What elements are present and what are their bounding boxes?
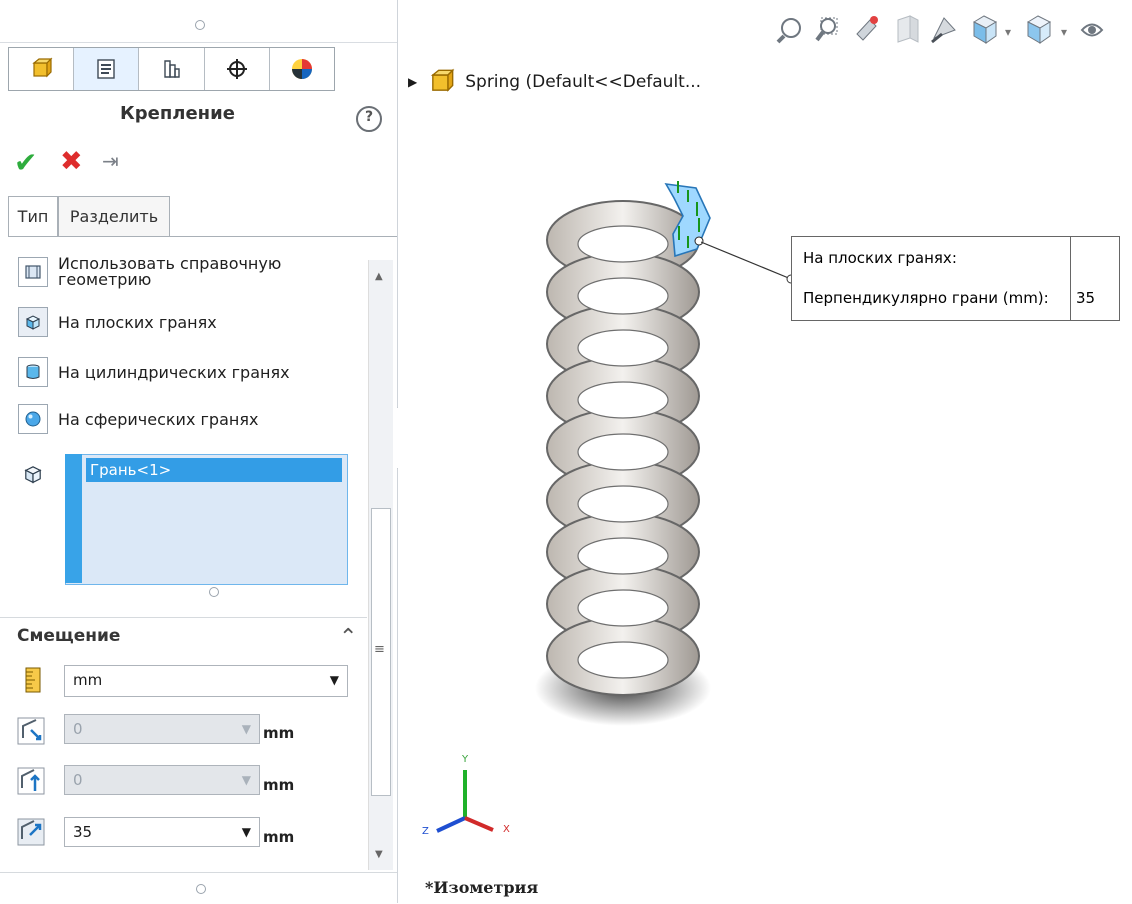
list-item-spherical-faces[interactable]: На сферических гранях bbox=[18, 404, 258, 434]
sphere-icon bbox=[18, 404, 48, 434]
offset-section-divider bbox=[0, 617, 367, 618]
flat-faces-icon bbox=[18, 307, 48, 337]
dropdown-arrow-icon: ▼ bbox=[329, 673, 339, 687]
tab-feature-manager[interactable] bbox=[9, 48, 75, 90]
display-manager-icon bbox=[291, 59, 312, 79]
unit-label: mm bbox=[263, 828, 295, 846]
panel-top-bar bbox=[0, 8, 397, 43]
offset-section-title: Смещение bbox=[17, 626, 121, 646]
bottom-resize-handle[interactable] bbox=[196, 884, 206, 894]
tab-type[interactable]: Тип bbox=[8, 196, 58, 236]
manager-tabs bbox=[8, 47, 335, 91]
previous-view-icon bbox=[856, 16, 878, 41]
collapse-chevron-icon[interactable]: ⌃ bbox=[339, 625, 357, 650]
offset-normal-icon bbox=[16, 817, 46, 851]
crosshair-icon bbox=[226, 59, 247, 79]
list-item-label: На плоских гранях bbox=[58, 312, 217, 332]
view-orientation-icon bbox=[972, 15, 998, 44]
offset-y-icon bbox=[16, 766, 46, 800]
callout-parameter: Перпендикулярно грани (mm): bbox=[803, 289, 1049, 307]
panel-resize-handle[interactable] bbox=[195, 20, 205, 30]
configuration-manager-icon bbox=[163, 60, 180, 78]
list-item-flat-faces[interactable]: На плоских гранях bbox=[18, 307, 217, 337]
unit-select[interactable]: mm ▼ bbox=[64, 665, 348, 697]
ok-button[interactable]: ✔ bbox=[14, 146, 37, 179]
display-style-icon bbox=[1026, 15, 1052, 44]
offset-y-value: 0 bbox=[73, 771, 83, 789]
dropdown-arrow-icon: ▼ bbox=[241, 773, 251, 787]
selected-face-item[interactable]: Грань<1> bbox=[86, 458, 342, 482]
help-button[interactable]: ? bbox=[356, 106, 382, 132]
offset-x-value: 0 bbox=[73, 720, 83, 738]
reference-geometry-icon bbox=[18, 257, 48, 287]
offset-x-icon bbox=[16, 716, 46, 750]
selection-resize-handle[interactable] bbox=[209, 587, 219, 597]
offset-normal-value: 35 bbox=[73, 823, 93, 841]
dynamic-annotation-icon bbox=[931, 17, 956, 44]
list-item-reference-geometry[interactable]: Использовать справочную геометрию bbox=[18, 256, 293, 288]
tab-dimxpert[interactable] bbox=[204, 48, 270, 90]
tree-root-label: Spring (Default<<Default... bbox=[465, 72, 702, 92]
callout-separator bbox=[1070, 237, 1071, 320]
expand-arrow-icon[interactable]: ▶ bbox=[408, 75, 417, 89]
scroll-up-icon[interactable]: ▲ bbox=[375, 271, 383, 282]
scroll-down-icon[interactable]: ▼ bbox=[375, 849, 383, 860]
callout-value[interactable]: 35 bbox=[1076, 289, 1095, 307]
dropdown-arrow-icon: ▼ bbox=[241, 825, 251, 839]
list-item-label: На сферических гранях bbox=[58, 409, 259, 429]
panel-bottom-bar bbox=[0, 872, 397, 904]
cancel-button[interactable]: ✖ bbox=[60, 146, 83, 177]
unit-select-value: mm bbox=[73, 671, 103, 689]
unit-label: mm bbox=[263, 724, 295, 742]
fixture-callout[interactable]: На плоских гранях: Перпендикулярно грани… bbox=[791, 236, 1120, 321]
dropdown-arrow-icon: ▼ bbox=[241, 722, 251, 736]
tab-split[interactable]: Разделить bbox=[58, 196, 170, 236]
svg-text:Z: Z bbox=[422, 826, 429, 837]
callout-title: На плоских гранях: bbox=[803, 249, 957, 267]
subtabs: Тип Разделить bbox=[8, 196, 397, 237]
svg-text:Y: Y bbox=[461, 754, 469, 765]
ruler-icon bbox=[24, 667, 42, 697]
pin-button[interactable]: ⇥ bbox=[102, 149, 119, 173]
view-toolbar: ▾ ▾ bbox=[776, 15, 1104, 44]
selection-face-icon bbox=[21, 462, 45, 490]
section-view-icon bbox=[897, 15, 919, 43]
list-item-label: Использовать справочную геометрию bbox=[58, 254, 282, 289]
callout-leader bbox=[701, 241, 796, 284]
selection-strip bbox=[65, 454, 82, 583]
graphics-viewport[interactable]: ▾ ▾ ▶ Spring (Default<<Default... Y Z X … bbox=[398, 0, 1132, 903]
tab-configuration-manager[interactable] bbox=[139, 48, 205, 90]
feature-tree-root[interactable]: ▶ Spring (Default<<Default... bbox=[408, 68, 701, 96]
cylinder-icon bbox=[18, 357, 48, 387]
list-item-cylindrical-faces[interactable]: На цилиндрических гранях bbox=[18, 357, 290, 387]
svg-text:X: X bbox=[503, 824, 510, 835]
unit-label: mm bbox=[263, 776, 295, 794]
feature-manager-icon bbox=[32, 57, 53, 78]
zoom-area-icon bbox=[815, 17, 838, 42]
panel-title: Крепление bbox=[120, 103, 235, 124]
part-icon bbox=[431, 68, 455, 92]
offset-x-field[interactable]: 0 ▼ bbox=[64, 714, 260, 744]
property-manager-panel: Крепление ? ✔ ✖ ⇥ Тип Разделить Использо… bbox=[0, 0, 398, 903]
dropdown-caret-icon: ▾ bbox=[1005, 25, 1011, 39]
view-label: *Изометрия bbox=[425, 878, 539, 897]
offset-normal-field[interactable]: 35 ▼ bbox=[64, 817, 260, 847]
tab-display-manager[interactable] bbox=[269, 48, 335, 90]
list-item-label: На цилиндрических гранях bbox=[58, 362, 290, 382]
scroll-grip-icon: ≡ bbox=[374, 642, 385, 657]
offset-y-field[interactable]: 0 ▼ bbox=[64, 765, 260, 795]
zoom-to-fit-icon bbox=[776, 18, 801, 44]
property-manager-icon bbox=[97, 59, 115, 79]
axis-triad: Y Z X bbox=[422, 754, 510, 837]
tab-property-manager[interactable] bbox=[74, 48, 140, 90]
hide-show-icon bbox=[1080, 23, 1104, 37]
dropdown-caret-icon: ▾ bbox=[1061, 25, 1067, 39]
